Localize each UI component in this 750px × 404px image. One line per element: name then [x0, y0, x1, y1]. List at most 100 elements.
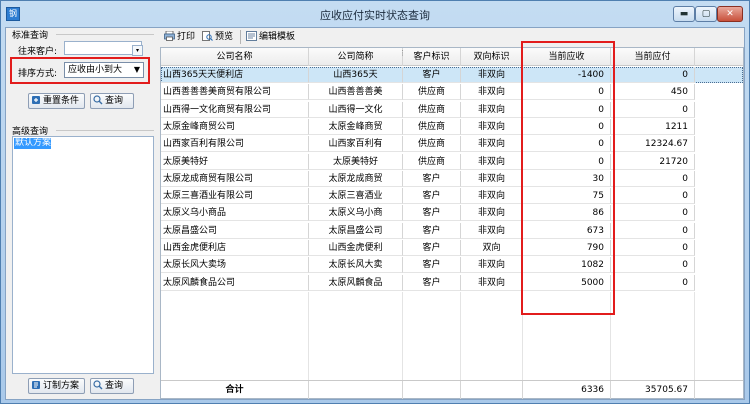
cell-customer-flag: 客户	[403, 240, 461, 256]
customer-label: 往来客户:	[18, 47, 58, 57]
col-header-payable[interactable]: 当前应付	[611, 48, 695, 66]
divider	[56, 34, 154, 35]
reset-icon	[31, 95, 41, 105]
data-grid[interactable]: 公司名称 公司简称 客户标识 双向标识 当前应收 当前应付 ⋮ 山西365天天便…	[160, 47, 744, 399]
reset-button[interactable]: 重置条件	[28, 93, 85, 109]
column-drag-handle-icon[interactable]: ⋮	[399, 50, 406, 57]
query-panel: 标准查询 往来客户: ▾ 排序方式: 应收由小到大 ▼ 重置条件 查询 高级查询…	[8, 28, 158, 399]
cell-bidirectional-flag: 非双向	[461, 205, 523, 222]
table-row[interactable]: 山西金虎便利店 山西金虎便利 客户 双向 790 0	[161, 240, 743, 256]
grid-header: 公司名称 公司简称 客户标识 双向标识 当前应收 当前应付 ⋮	[161, 48, 743, 66]
cell-customer-flag: 客户	[403, 257, 461, 274]
cell-bidirectional-flag: 双向	[461, 240, 523, 256]
table-row[interactable]: 太原三喜酒业有限公司 太原三喜酒业 客户 非双向 75 0	[161, 188, 743, 205]
table-row[interactable]: 太原美特好 太原美特好 供应商 非双向 0 21720	[161, 153, 743, 170]
query-button-label: 查询	[105, 96, 124, 106]
plan-icon	[31, 380, 41, 390]
cell-receivable: -1400	[523, 67, 611, 83]
print-button[interactable]: 打印	[164, 30, 195, 44]
plan-item-default[interactable]: 默认方案	[14, 138, 52, 149]
table-row[interactable]: 太原义乌小商品 太原义乌小商 客户 非双向 86 0	[161, 205, 743, 222]
plan-list[interactable]: 默认方案	[12, 136, 154, 374]
cell-bidirectional-flag: 非双向	[461, 67, 523, 83]
cell-short-name: 太原昌盛公司	[309, 222, 403, 239]
table-row[interactable]: 太原龙成商贸有限公司 太原龙成商贸 客户 非双向 30 0	[161, 170, 743, 187]
cell-bidirectional-flag: 非双向	[461, 170, 523, 187]
cell-customer-flag: 客户	[403, 188, 461, 205]
grid-footer: 合计 6336 35705.67	[161, 380, 743, 399]
cell-company-name: 太原金峰商贸公司	[161, 118, 309, 135]
column-line	[460, 292, 461, 381]
footer-total-label: 合计	[161, 381, 309, 399]
table-row[interactable]: 山西365天天便利店 山西365天 客户 非双向 -1400 0	[161, 67, 743, 83]
minimize-button[interactable]: ▬	[673, 6, 695, 22]
col-header-company-name[interactable]: 公司名称	[161, 48, 309, 66]
cell-payable: 0	[611, 67, 695, 83]
cell-short-name: 山西365天	[309, 67, 403, 83]
cell-customer-flag: 供应商	[403, 118, 461, 135]
table-row[interactable]: 太原昌盛公司 太原昌盛公司 客户 非双向 673 0	[161, 222, 743, 239]
table-row[interactable]: 太原长风大卖场 太原长风大卖 客户 非双向 1082 0	[161, 257, 743, 274]
template-icon	[246, 31, 257, 41]
preview-button[interactable]: 预览	[202, 30, 233, 44]
col-header-short-name[interactable]: 公司简称	[309, 48, 403, 66]
table-row[interactable]: 太原风麟食品公司 太原风麟食品 客户 非双向 5000 0	[161, 274, 743, 291]
table-row[interactable]: 山西家百利有限公司 山西家百利有 供应商 非双向 0 12324.67	[161, 136, 743, 153]
cell-bidirectional-flag: 非双向	[461, 101, 523, 118]
cell-bidirectional-flag: 非双向	[461, 153, 523, 170]
cell-bidirectional-flag: 非双向	[461, 274, 523, 291]
client-area: 标准查询 往来客户: ▾ 排序方式: 应收由小到大 ▼ 重置条件 查询 高级查询…	[5, 27, 745, 400]
query-button-2-label: 查询	[105, 381, 124, 391]
divider	[56, 130, 154, 131]
cell-receivable: 86	[523, 205, 611, 222]
toolbar-separator	[240, 30, 241, 44]
sort-value: 应收由小到大	[68, 65, 123, 75]
query-button[interactable]: 查询	[90, 93, 134, 109]
cell-bidirectional-flag: 非双向	[461, 118, 523, 135]
maximize-button[interactable]: ▢	[695, 6, 717, 22]
table-row[interactable]: 山西得一文化商贸有限公司 山西得一文化 供应商 非双向 0 0	[161, 101, 743, 118]
cell-short-name: 太原三喜酒业	[309, 188, 403, 205]
cell-company-name: 山西365天天便利店	[161, 67, 309, 83]
table-row[interactable]: 太原金峰商贸公司 太原金峰商贸 供应商 非双向 0 1211	[161, 118, 743, 135]
customer-lookup-icon[interactable]: ▾	[132, 45, 143, 56]
table-row[interactable]: 山西善善善美商贸有限公司 山西善善善美 供应商 非双向 0 450	[161, 84, 743, 101]
cell-company-name: 太原昌盛公司	[161, 222, 309, 239]
query-button-2[interactable]: 查询	[90, 378, 134, 394]
cell-customer-flag: 供应商	[403, 153, 461, 170]
footer-receivable-total: 6336	[523, 381, 611, 399]
cell-customer-flag: 客户	[403, 205, 461, 222]
cell-receivable: 0	[523, 84, 611, 101]
col-header-customer-flag[interactable]: 客户标识	[403, 48, 461, 66]
define-plan-button[interactable]: 订制方案	[28, 378, 85, 394]
cell-payable: 0	[611, 274, 695, 291]
col-header-receivable[interactable]: 当前应收	[523, 48, 611, 66]
title-bar[interactable]: 钢 应收应付实时状态查询 ▬ ▢ ✕	[1, 1, 749, 27]
col-header-bidirectional-flag[interactable]: 双向标识	[461, 48, 523, 66]
customer-input[interactable]	[64, 41, 142, 55]
cell-short-name: 太原风麟食品	[309, 274, 403, 291]
footer-empty	[461, 381, 523, 399]
sort-select[interactable]: 应收由小到大 ▼	[64, 62, 144, 78]
cell-payable: 21720	[611, 153, 695, 170]
cell-company-name: 山西金虎便利店	[161, 240, 309, 256]
cell-company-name: 山西善善善美商贸有限公司	[161, 84, 309, 101]
cell-company-name: 山西得一文化商贸有限公司	[161, 101, 309, 118]
cell-short-name: 太原义乌小商	[309, 205, 403, 222]
column-line	[402, 292, 403, 381]
footer-empty	[403, 381, 461, 399]
cell-receivable: 75	[523, 188, 611, 205]
cell-payable: 0	[611, 101, 695, 118]
edit-template-button[interactable]: 编辑模板	[246, 30, 295, 44]
cell-payable: 0	[611, 240, 695, 256]
cell-customer-flag: 客户	[403, 170, 461, 187]
cell-customer-flag: 供应商	[403, 101, 461, 118]
cell-company-name: 太原长风大卖场	[161, 257, 309, 274]
define-plan-button-label: 订制方案	[43, 381, 80, 391]
cell-payable: 0	[611, 205, 695, 222]
chevron-down-icon: ▼	[133, 65, 140, 74]
close-button[interactable]: ✕	[717, 6, 743, 22]
cell-customer-flag: 供应商	[403, 84, 461, 101]
cell-company-name: 太原美特好	[161, 153, 309, 170]
cell-bidirectional-flag: 非双向	[461, 84, 523, 101]
